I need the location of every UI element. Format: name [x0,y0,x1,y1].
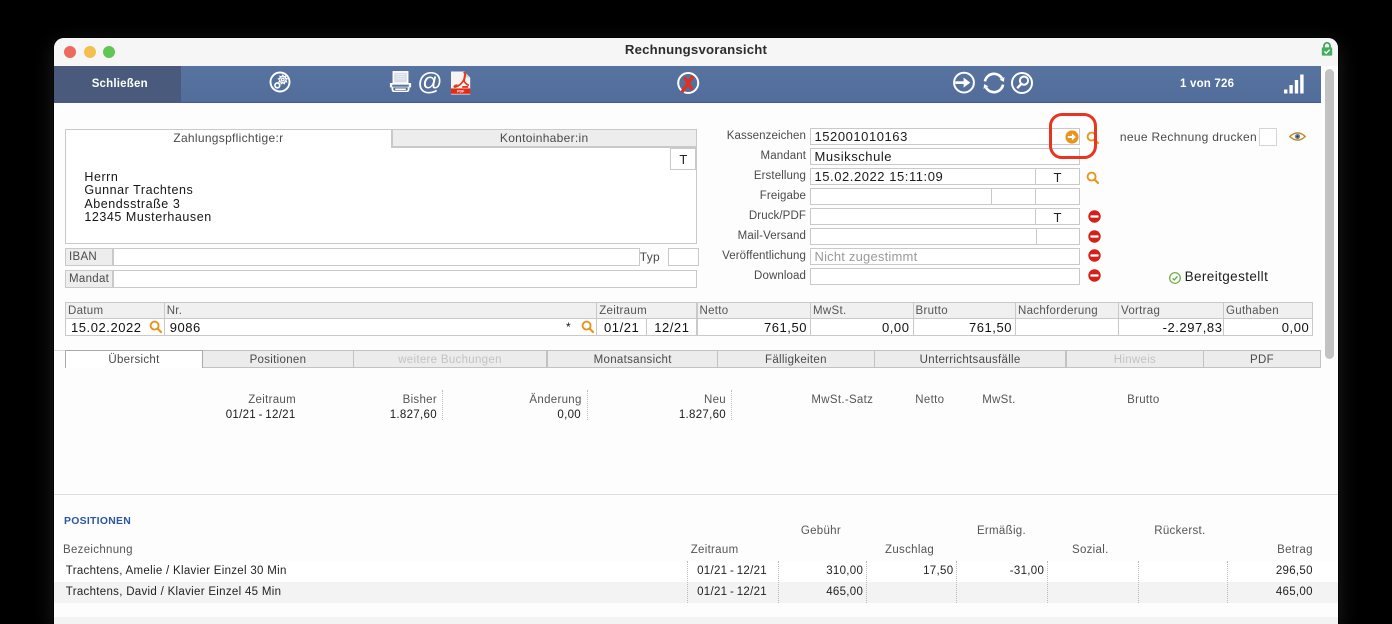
svg-text:PDF: PDF [457,90,465,94]
